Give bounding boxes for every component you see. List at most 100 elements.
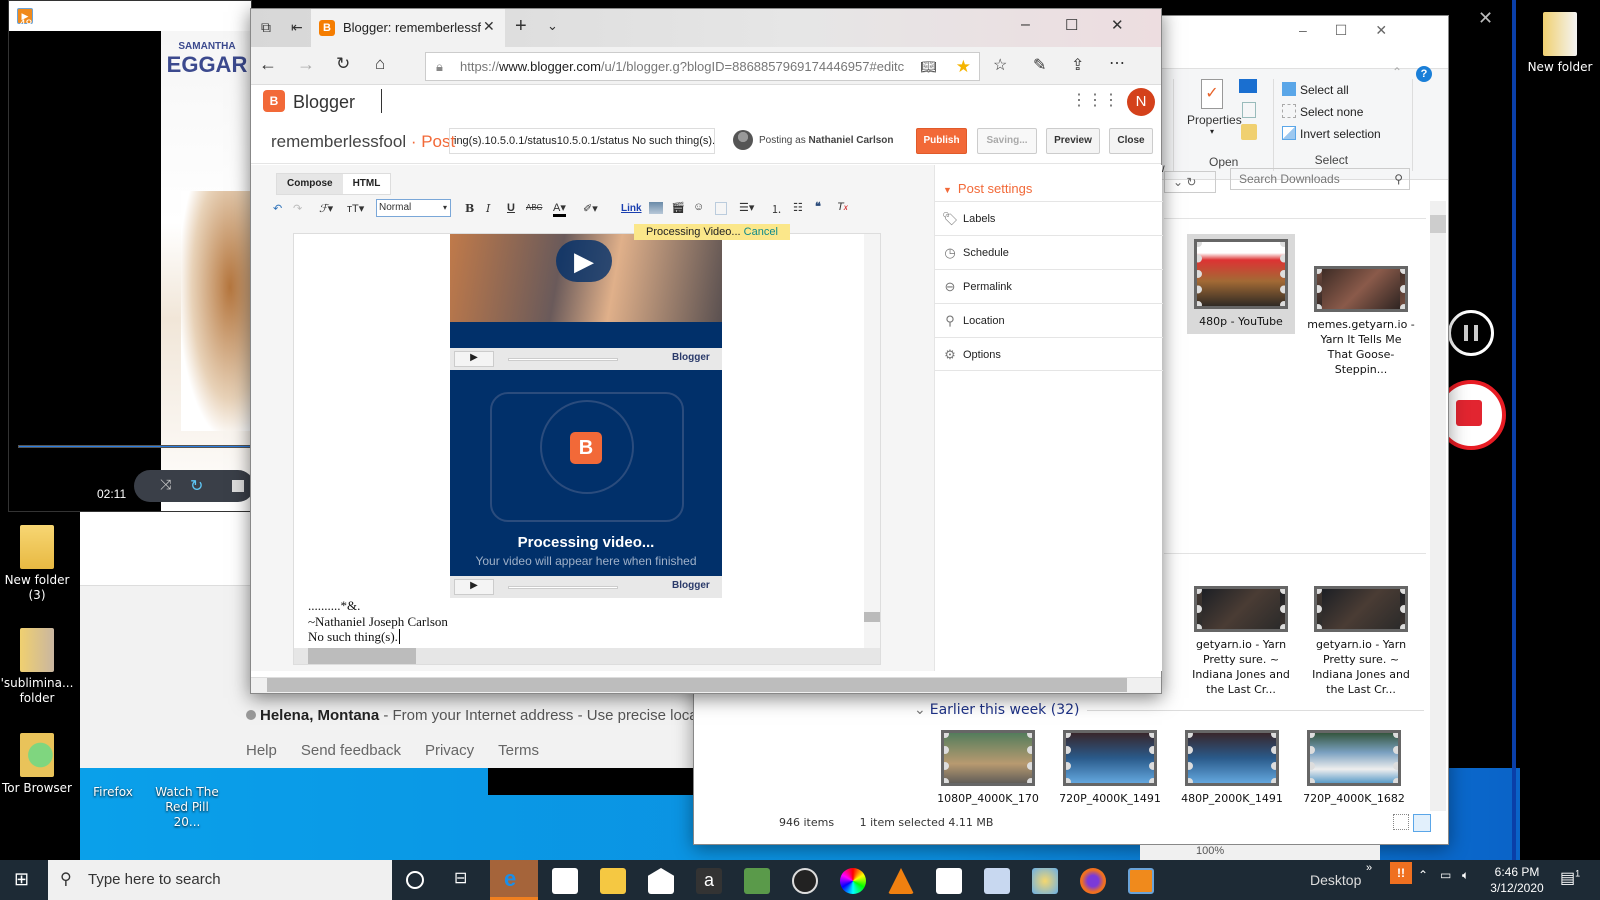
seek-bar[interactable] (18, 445, 253, 448)
insert-image-icon[interactable] (649, 202, 663, 214)
amazon-icon[interactable]: a (696, 868, 722, 894)
battery-icon[interactable]: ▭ (1440, 868, 1451, 882)
preview-button[interactable]: Preview (1046, 128, 1100, 154)
undo-icon[interactable]: ↶ (273, 202, 282, 215)
play-icon[interactable]: ▶ (556, 240, 612, 282)
file-item-selected[interactable]: 480p - YouTube (1187, 234, 1295, 334)
scrollbar-thumb[interactable] (267, 678, 1127, 692)
history-icon[interactable] (1241, 124, 1257, 140)
align-icon[interactable]: ☰▾ (739, 201, 754, 214)
terms-link[interactable]: Terms (498, 742, 539, 759)
action-center-icon[interactable]: ▤1 (1560, 868, 1580, 888)
shuffle-icon[interactable]: ⤨ (160, 476, 171, 493)
reading-view-icon[interactable]: 📖︎ (916, 53, 941, 80)
firefox-icon[interactable] (1080, 868, 1106, 894)
cancel-processing-link[interactable]: Cancel (744, 226, 778, 238)
search-downloads-input[interactable]: Search Downloads ⚲ (1230, 168, 1410, 190)
stop-icon[interactable] (232, 480, 244, 492)
file-item[interactable]: 480P_2000K_1491 (1178, 730, 1286, 806)
pause-recording-button[interactable] (1448, 310, 1494, 356)
camera-icon[interactable] (936, 868, 962, 894)
minimize-icon[interactable]: – (1021, 16, 1030, 34)
file-item[interactable]: memes.getyarn.io - Yarn It Tells Me That… (1307, 266, 1415, 377)
back-icon[interactable]: ← (259, 54, 277, 75)
address-dropdown[interactable]: ⌄ ↻ (1164, 171, 1216, 193)
video-seek-bar[interactable] (508, 586, 618, 589)
address-bar[interactable]: 🔒︎ https://www.blogger.com/u/1/blogger.g… (425, 52, 980, 81)
close-button[interactable]: Close (1109, 128, 1153, 154)
account-avatar[interactable]: N (1127, 88, 1155, 116)
recorder-close-icon[interactable]: ✕ (1478, 8, 1493, 29)
windows-start-icon[interactable]: ⊞ (14, 869, 29, 890)
italic-icon[interactable]: I (486, 202, 490, 215)
tab-list-chevron-icon[interactable]: ⌄ (547, 18, 558, 34)
file-item[interactable]: 720P_4000K_1682 (1300, 730, 1408, 806)
format-select[interactable]: Normal ▾ (376, 199, 451, 217)
vertical-scrollbar[interactable] (1430, 201, 1446, 811)
sidebar-item-options[interactable]: ⚙ Options (935, 337, 1163, 371)
location-detail[interactable]: - From your Internet address - Use preci… (379, 707, 713, 724)
tripadvisor-icon[interactable] (744, 868, 770, 894)
blog-name[interactable]: rememberlessfool (271, 132, 406, 151)
underline-icon[interactable]: U (507, 202, 515, 214)
sidebar-item-schedule[interactable]: ◷ Schedule (935, 235, 1163, 269)
open-icon[interactable] (1239, 79, 1257, 93)
quote-icon[interactable]: ❝ (815, 200, 821, 213)
bold-icon[interactable]: B (465, 202, 474, 215)
forward-icon[interactable]: → (297, 54, 315, 75)
redo-icon[interactable]: ↷ (293, 202, 302, 215)
blogger-brand[interactable]: Blogger (293, 92, 355, 113)
show-tabs-icon[interactable]: ⇤ (291, 19, 303, 36)
file-item[interactable]: 1080P_4000K_170 (934, 730, 1042, 806)
collapse-ribbon-icon[interactable]: ⌃ (1392, 65, 1402, 79)
properties-button[interactable]: ✓ Properties ▾ (1187, 79, 1242, 136)
editor-vertical-scrollbar[interactable] (864, 234, 880, 648)
strikethrough-icon[interactable]: ABC (526, 203, 542, 212)
privacy-link[interactable]: Privacy (425, 742, 474, 759)
edit-icon[interactable] (1242, 102, 1256, 118)
sidebar-item-location[interactable]: ⚲ Location (935, 303, 1163, 337)
document-app-icon[interactable] (984, 868, 1010, 894)
taskbar-search-box[interactable]: ⚲ Type here to search (48, 860, 392, 900)
group-header-earlier-this-week[interactable]: ⌄ Earlier this week (32) (914, 702, 1424, 718)
select-all-button[interactable]: Select all (1282, 79, 1381, 101)
set-aside-tabs-icon[interactable]: ⧉ (261, 19, 271, 36)
sidebar-item-labels[interactable]: 🏷︎ Labels (935, 201, 1163, 235)
volume-icon[interactable]: 🔈︎ (1462, 868, 1469, 883)
desktop-icon-new-folder[interactable]: New folder (1520, 12, 1600, 75)
home-icon[interactable]: ⌂ (375, 54, 385, 74)
file-item[interactable]: getyarn.io - Yarn Pretty sure. ~ Indiana… (1187, 586, 1295, 697)
scrollbar-thumb[interactable] (1430, 215, 1446, 233)
desktop-icon-tor-browser[interactable]: Tor Browser (0, 733, 74, 796)
share-icon[interactable]: ⇪ (1071, 55, 1084, 75)
toolbar-expand-icon[interactable]: » (1366, 862, 1372, 874)
help-icon[interactable]: ? (1416, 66, 1432, 82)
more-icon[interactable]: ⋯ (1109, 53, 1125, 73)
send-feedback-link[interactable]: Send feedback (301, 742, 401, 759)
repeat-icon[interactable]: ↻ (190, 476, 203, 496)
editor-content[interactable]: ▶ ▶ Blogger B Processing video... Your vi… (293, 233, 881, 665)
sidebar-item-permalink[interactable]: ⊖ Permalink (935, 269, 1163, 303)
refresh-icon[interactable]: ↻ (336, 54, 350, 74)
maximize-icon[interactable]: ☐ (1065, 16, 1078, 34)
tab-compose[interactable]: Compose (277, 174, 343, 194)
taskbar-edge[interactable]: e (490, 860, 538, 900)
alert-tray-icon[interactable]: !! (1390, 862, 1412, 884)
highlight-icon[interactable]: ✐▾ (583, 202, 598, 215)
desktop-toolbar-label[interactable]: Desktop (1310, 860, 1361, 900)
close-window-icon[interactable]: ✕ (1111, 16, 1124, 34)
select-none-button[interactable]: Select none (1282, 101, 1381, 123)
details-view-icon[interactable] (1393, 814, 1409, 830)
desktop-icon-firefox[interactable]: Firefox (76, 785, 150, 800)
new-tab-icon[interactable]: + (515, 15, 527, 38)
file-explorer-icon[interactable] (600, 868, 626, 894)
clock[interactable]: 6:46 PM 3/12/2020 (1486, 864, 1548, 896)
color-app-icon[interactable] (840, 868, 866, 894)
desktop-icon-subliminal-folder[interactable]: 'sublimina... folder (0, 628, 74, 706)
tab-html[interactable]: HTML (342, 174, 391, 194)
close-tab-icon[interactable]: ✕ (483, 18, 495, 35)
font-size-icon[interactable]: тT▾ (347, 202, 364, 215)
media-player-icon[interactable] (1128, 868, 1154, 894)
play-button[interactable]: ▶ (454, 351, 494, 367)
cortana-icon[interactable] (406, 871, 424, 889)
